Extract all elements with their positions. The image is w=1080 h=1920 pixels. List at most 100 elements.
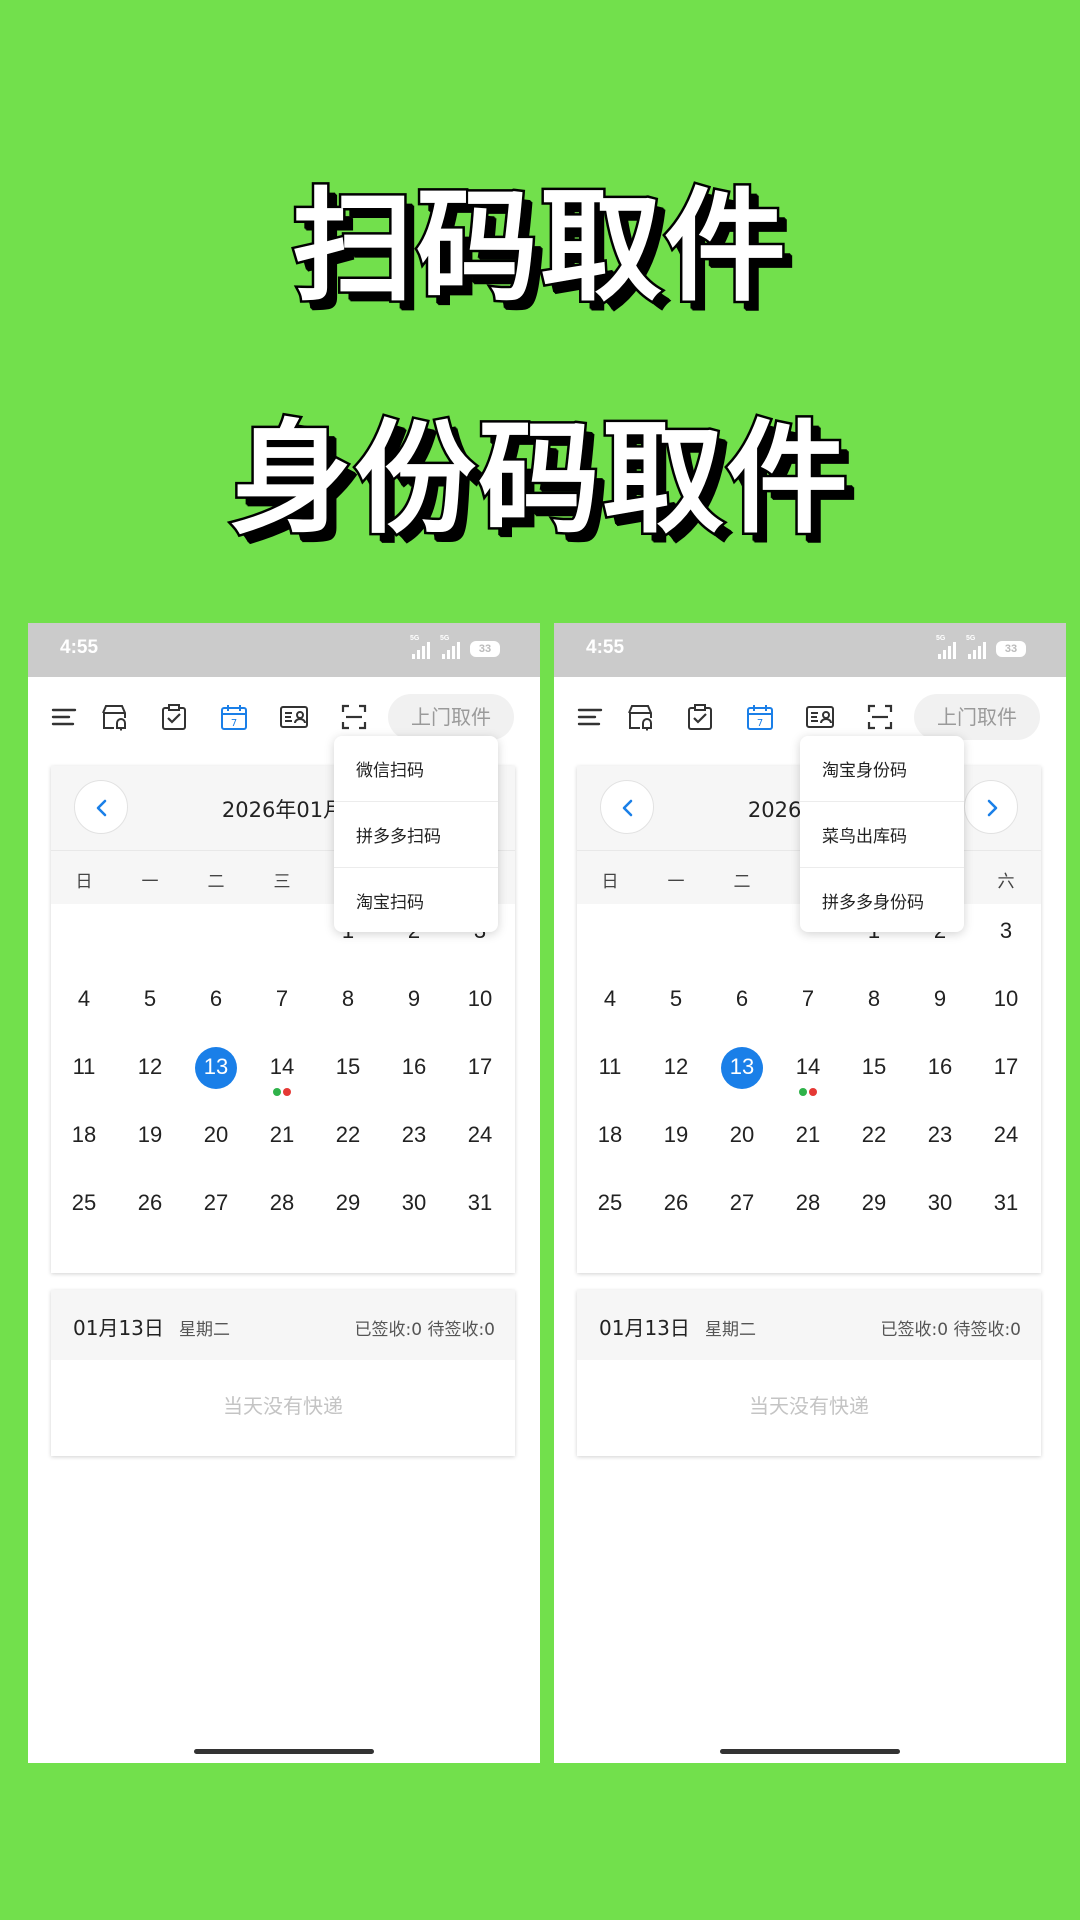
store-bell-icon[interactable] — [624, 701, 656, 733]
calendar-day[interactable]: 26 — [643, 1190, 709, 1216]
calendar-icon[interactable]: 7 — [744, 701, 776, 733]
weekday-label: 三 — [273, 872, 291, 892]
battery-icon: 33 — [470, 641, 500, 657]
calendar-day[interactable]: 21 — [775, 1122, 841, 1148]
calendar-day[interactable]: 29 — [841, 1190, 907, 1216]
menu-divider — [800, 867, 964, 868]
menu-item-3[interactable]: 淘宝扫码 — [356, 888, 424, 913]
status-time: 4:55 — [586, 637, 625, 658]
home-indicator[interactable] — [720, 1749, 900, 1754]
sign-stats: 已签收:0 待签收:0 — [880, 1320, 1022, 1340]
calendar-day[interactable]: 21 — [249, 1122, 315, 1148]
menu-icon[interactable] — [48, 701, 80, 733]
calendar-icon[interactable]: 7 — [218, 701, 250, 733]
calendar-day[interactable]: 13 — [709, 1054, 775, 1080]
calendar-day[interactable]: 23 — [381, 1122, 447, 1148]
calendar-day[interactable]: 15 — [841, 1054, 907, 1080]
calendar-day[interactable]: 25 — [51, 1190, 117, 1216]
calendar-day[interactable]: 20 — [709, 1122, 775, 1148]
status-bar: 4:55 5G 5G 33 — [28, 623, 540, 677]
scan-icon[interactable] — [338, 701, 370, 733]
calendar-day[interactable]: 31 — [973, 1190, 1039, 1216]
calendar-day[interactable]: 23 — [907, 1122, 973, 1148]
day-summary-card: 01月13日 星期二 已签收:0 待签收:0 当天没有快递 — [51, 1290, 515, 1456]
calendar-day[interactable]: 18 — [577, 1122, 643, 1148]
calendar-day[interactable]: 4 — [51, 986, 117, 1012]
calendar-day[interactable]: 11 — [577, 1054, 643, 1080]
calendar-day[interactable]: 17 — [447, 1054, 513, 1080]
calendar-day[interactable]: 3 — [973, 918, 1039, 944]
calendar-day[interactable]: 13 — [183, 1054, 249, 1080]
weekday-label: 日 — [75, 872, 93, 892]
menu-item-2[interactable]: 拼多多扫码 — [356, 822, 441, 847]
id-card-icon[interactable] — [804, 701, 836, 733]
menu-item-1[interactable]: 微信扫码 — [356, 756, 424, 781]
calendar-day[interactable]: 10 — [447, 986, 513, 1012]
calendar-day[interactable]: 28 — [249, 1190, 315, 1216]
calendar-day[interactable]: 16 — [907, 1054, 973, 1080]
calendar-day[interactable]: 30 — [907, 1190, 973, 1216]
clipboard-check-icon[interactable] — [684, 701, 716, 733]
home-indicator[interactable] — [194, 1749, 374, 1754]
id-card-icon[interactable] — [278, 701, 310, 733]
calendar-day[interactable]: 7 — [775, 986, 841, 1012]
calendar-day[interactable]: 18 — [51, 1122, 117, 1148]
calendar-day[interactable]: 8 — [841, 986, 907, 1012]
calendar-day[interactable]: 6 — [709, 986, 775, 1012]
calendar-day[interactable]: 14 — [249, 1054, 315, 1080]
calendar-day[interactable]: 31 — [447, 1190, 513, 1216]
menu-item-2[interactable]: 菜鸟出库码 — [822, 822, 907, 847]
calendar-day[interactable]: 9 — [381, 986, 447, 1012]
calendar-day[interactable]: 20 — [183, 1122, 249, 1148]
calendar-day[interactable]: 16 — [381, 1054, 447, 1080]
selected-weekday: 星期二 — [179, 1320, 230, 1340]
calendar-day[interactable]: 17 — [973, 1054, 1039, 1080]
calendar-day[interactable]: 26 — [117, 1190, 183, 1216]
menu-item-3[interactable]: 拼多多身份码 — [822, 888, 924, 913]
home-pickup-button[interactable]: 上门取件 — [914, 694, 1040, 740]
calendar-day[interactable]: 22 — [315, 1122, 381, 1148]
calendar-day[interactable]: 7 — [249, 986, 315, 1012]
calendar-day[interactable]: 25 — [577, 1190, 643, 1216]
home-pickup-button[interactable]: 上门取件 — [388, 694, 514, 740]
calendar-day[interactable]: 22 — [841, 1122, 907, 1148]
menu-item-1[interactable]: 淘宝身份码 — [822, 756, 907, 781]
calendar-day[interactable]: 5 — [117, 986, 183, 1012]
clipboard-check-icon[interactable] — [158, 701, 190, 733]
calendar-day[interactable]: 27 — [709, 1190, 775, 1216]
weekday-label: 一 — [141, 872, 159, 892]
selected-weekday: 星期二 — [705, 1320, 756, 1340]
store-bell-icon[interactable] — [98, 701, 130, 733]
calendar-day[interactable]: 4 — [577, 986, 643, 1012]
phone-screen: 4:555G5G337上门取件2026年01月日一二三四五六1234567891… — [554, 623, 1066, 1763]
sign-stats: 已签收:0 待签收:0 — [354, 1320, 496, 1340]
calendar-day[interactable]: 9 — [907, 986, 973, 1012]
calendar-day[interactable]: 14 — [775, 1054, 841, 1080]
headline-id-code-pickup: 身份码取件 — [228, 406, 851, 553]
calendar-day[interactable]: 24 — [973, 1122, 1039, 1148]
calendar-day[interactable]: 27 — [183, 1190, 249, 1216]
menu-icon[interactable] — [574, 701, 606, 733]
calendar-day[interactable]: 30 — [381, 1190, 447, 1216]
calendar-day[interactable]: 10 — [973, 986, 1039, 1012]
calendar-days: 1234567891011121314151617181920212223242… — [51, 904, 515, 1272]
calendar-day[interactable]: 6 — [183, 986, 249, 1012]
delivery-dot-red — [283, 1088, 291, 1096]
empty-state-text: 当天没有快递 — [223, 1394, 343, 1418]
calendar-day[interactable]: 19 — [643, 1122, 709, 1148]
calendar-day[interactable]: 5 — [643, 986, 709, 1012]
calendar-day[interactable]: 28 — [775, 1190, 841, 1216]
calendar-day[interactable]: 24 — [447, 1122, 513, 1148]
phone-screen: 4:555G5G337上门取件2026年01月日一二三四五六1234567891… — [28, 623, 540, 1763]
calendar-day[interactable]: 19 — [117, 1122, 183, 1148]
calendar-day[interactable]: 11 — [51, 1054, 117, 1080]
weekday-label: 一 — [667, 872, 685, 892]
calendar-day[interactable]: 15 — [315, 1054, 381, 1080]
calendar-day[interactable]: 29 — [315, 1190, 381, 1216]
calendar-day[interactable]: 12 — [643, 1054, 709, 1080]
calendar-day[interactable]: 12 — [117, 1054, 183, 1080]
selected-date: 01月13日 — [599, 1316, 690, 1340]
selected-date: 01月13日 — [73, 1316, 164, 1340]
calendar-day[interactable]: 8 — [315, 986, 381, 1012]
scan-icon[interactable] — [864, 701, 896, 733]
